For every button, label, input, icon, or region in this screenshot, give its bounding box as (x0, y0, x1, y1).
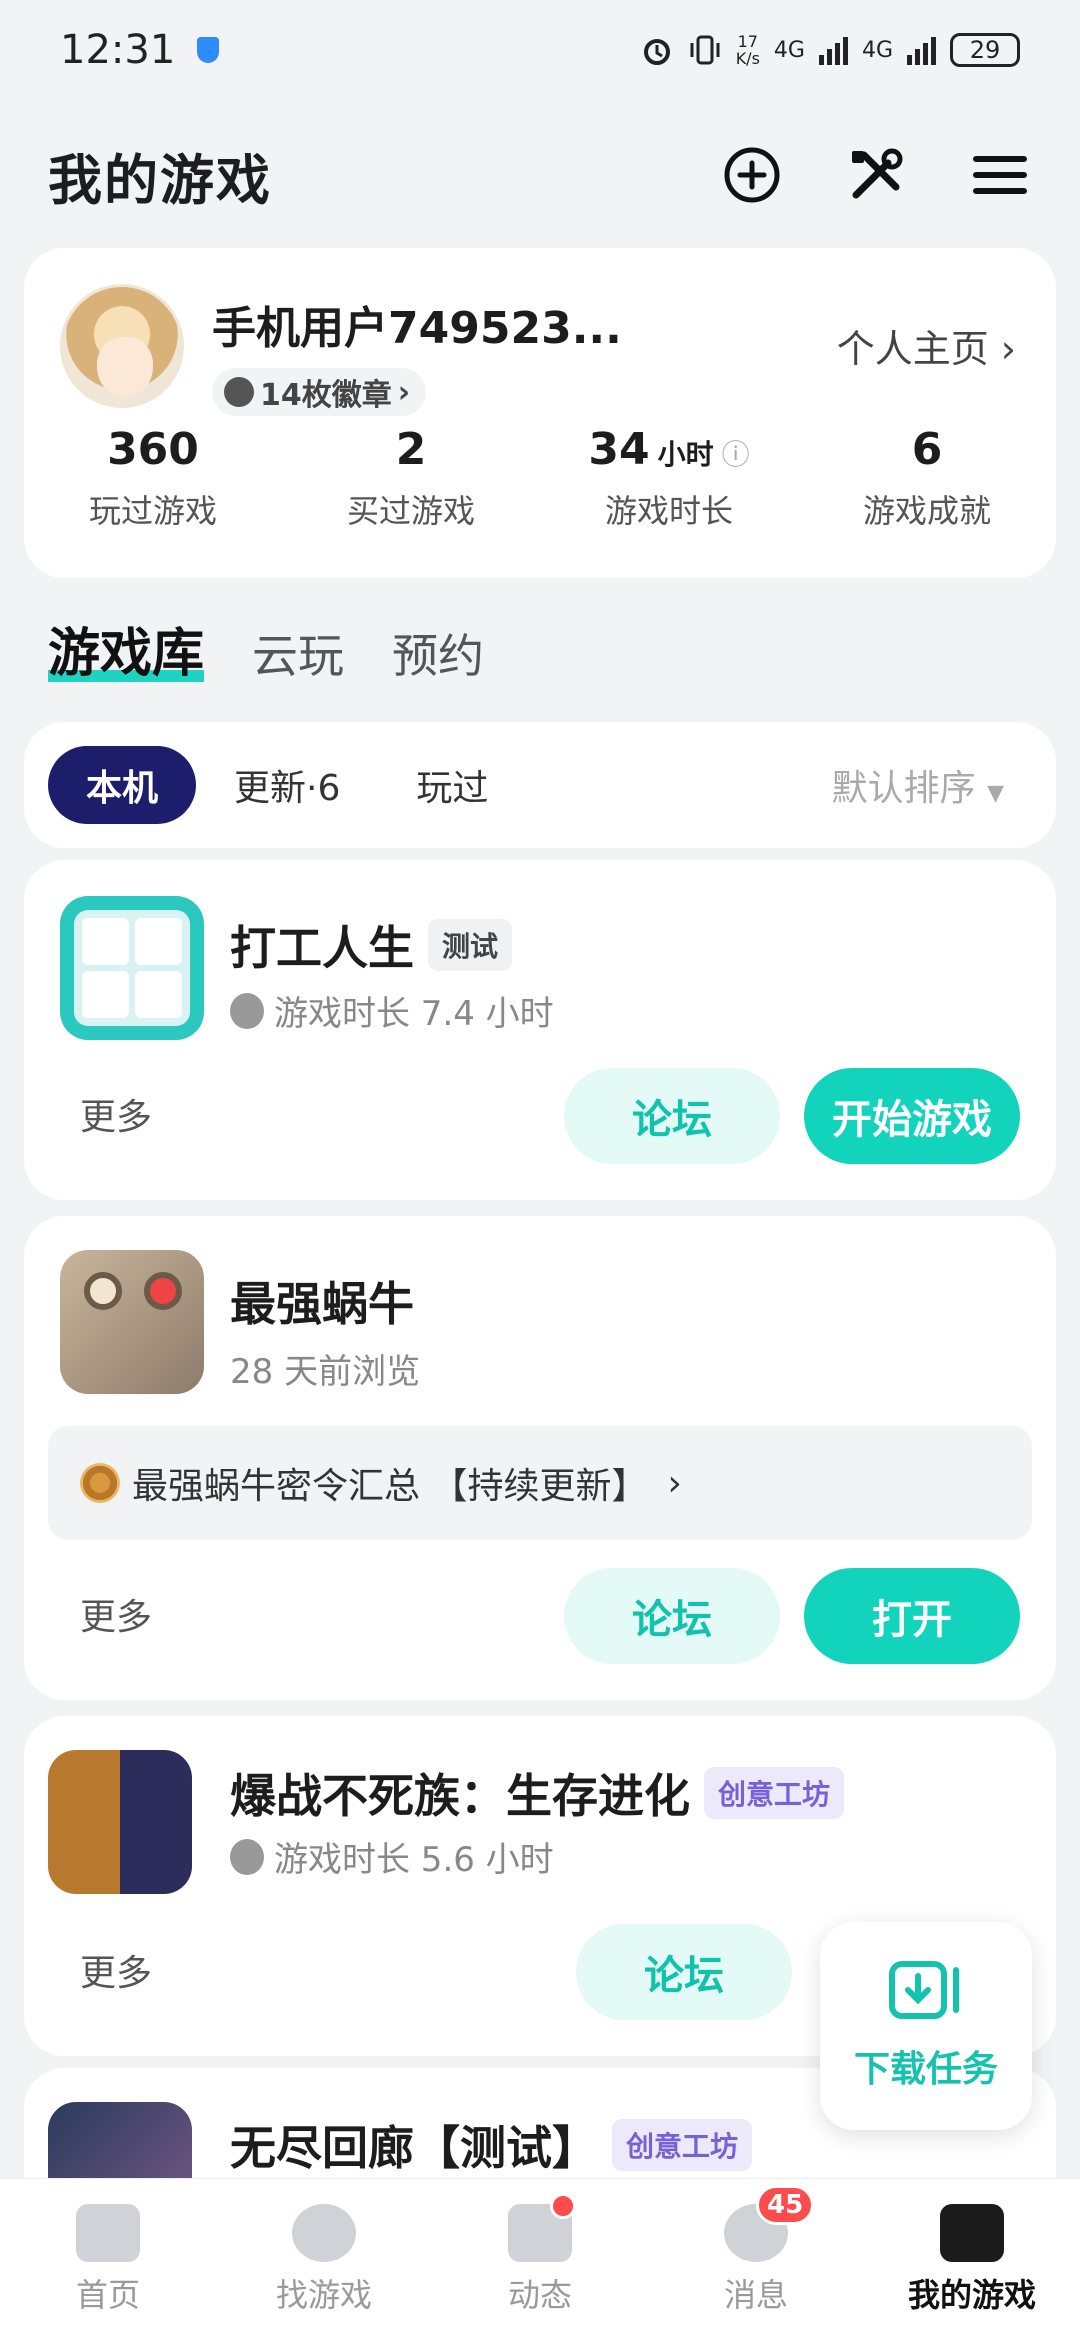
status-icons: 17 K/s 4G 4G 29 (640, 33, 1020, 67)
status-bar: 12:31 17 K/s 4G 4G 29 (0, 0, 1080, 100)
nav-my-games[interactable]: 我的游戏 (864, 2179, 1080, 2340)
tag-workshop: 创意工坊 (704, 1767, 845, 1819)
plus-circle-icon (724, 147, 780, 203)
stat-achievements[interactable]: 6 游戏成就 (798, 424, 1056, 532)
net-speed: 17 K/s (735, 32, 760, 68)
page-title: 我的游戏 (48, 148, 272, 212)
badge-count: 14枚徽章 (260, 378, 392, 413)
tag-test: 测试 (428, 919, 513, 971)
username: 手机用户749523... (212, 303, 622, 354)
tag-workshop: 创意工坊 (612, 2119, 753, 2171)
chip-local[interactable]: 本机 (48, 746, 197, 824)
bottom-nav: 首页 找游戏 动态 45 消息 我的游戏 (0, 2178, 1080, 2340)
tab-library[interactable]: 游戏库 (48, 611, 205, 686)
clock: 12:31 (60, 27, 176, 73)
download-icon (889, 1961, 959, 2019)
nav-feed[interactable]: 动态 (432, 2179, 648, 2340)
game-playtime: 游戏时长 7.4 小时 (230, 986, 554, 1035)
notice-banner[interactable]: 最强蜗牛密令汇总 【持续更新】 › (48, 1426, 1032, 1540)
chip-updates[interactable]: 更新·6 (196, 746, 378, 824)
stat-playtime[interactable]: 34 小时 ⓘ 游戏时长 (540, 424, 798, 532)
stat-bought[interactable]: 2 买过游戏 (282, 424, 540, 532)
tools-icon (852, 148, 903, 199)
game-title: 爆战不死族：生存进化 创意工坊 (230, 1760, 845, 1826)
nav-messages[interactable]: 45 消息 (648, 2179, 864, 2340)
game-icon (60, 1250, 204, 1394)
game-title: 最强蜗牛 (230, 1277, 414, 1331)
profile-home-link[interactable]: 个人主页 › (837, 318, 1016, 373)
chevron-right-icon: › (1000, 327, 1016, 371)
badge-chip[interactable]: 14枚徽章 › (212, 368, 427, 416)
tab-reserve[interactable]: 预约 (392, 620, 484, 686)
alarm-icon (643, 39, 670, 65)
tools-button[interactable] (844, 143, 908, 207)
profile-stats: 360 玩过游戏 2 买过游戏 34 小时 ⓘ 游戏时长 6 游戏成就 (24, 424, 1056, 532)
home-icon (76, 2203, 140, 2262)
open-button[interactable]: 打开 (804, 1568, 1020, 1664)
hamburger-icon (973, 156, 1027, 194)
game-icon (48, 1750, 192, 1894)
game-icon (60, 896, 204, 1040)
more-link[interactable]: 更多 (80, 1588, 152, 1640)
add-button[interactable] (720, 143, 784, 207)
library-tabs: 游戏库 云玩 预约 (48, 610, 484, 686)
chevron-right-icon: › (667, 1462, 682, 1504)
menu-button[interactable] (968, 143, 1032, 207)
vibrate-icon (690, 35, 720, 65)
game-card[interactable]: 打工人生 测试 游戏时长 7.4 小时 更多 论坛 开始游戏 (24, 860, 1056, 1200)
filter-bar: 本机 更新·6 玩过 默认排序 ▼ (24, 722, 1056, 848)
forum-button[interactable]: 论坛 (576, 1924, 792, 2020)
game-last-viewed: 28 天前浏览 (230, 1352, 421, 1392)
stopwatch-icon (230, 1838, 264, 1875)
stat-played[interactable]: 360 玩过游戏 (24, 424, 282, 532)
game-title: 无尽回廊【测试】 创意工坊 (230, 2112, 753, 2178)
chip-played[interactable]: 玩过 (378, 746, 526, 824)
planet-icon (292, 2203, 356, 2262)
more-link[interactable]: 更多 (80, 1088, 152, 1140)
signal-icon (818, 35, 848, 65)
nav-home[interactable]: 首页 (0, 2179, 216, 2340)
forum-button[interactable]: 论坛 (564, 1068, 780, 1164)
notification-dot (550, 2193, 576, 2219)
page-header: 我的游戏 (0, 130, 1080, 220)
signal-icon (907, 35, 936, 65)
chevron-right-icon: › (397, 374, 411, 410)
battery-icon: 29 (950, 33, 1020, 67)
download-tasks-button[interactable]: 下载任务 (820, 1922, 1032, 2130)
sort-dropdown[interactable]: 默认排序 ▼ (832, 759, 1004, 811)
net-type-2: 4G (861, 37, 893, 63)
snail-icon (80, 1463, 120, 1503)
more-link[interactable]: 更多 (80, 1944, 152, 1996)
game-playtime: 游戏时长 5.6 小时 (230, 1832, 554, 1881)
start-game-button[interactable]: 开始游戏 (804, 1068, 1020, 1164)
forum-button[interactable]: 论坛 (564, 1568, 780, 1664)
nav-find-games[interactable]: 找游戏 (216, 2179, 432, 2340)
avatar[interactable] (60, 284, 184, 408)
tab-cloud-play[interactable]: 云玩 (252, 620, 344, 686)
info-icon: ⓘ (721, 438, 750, 471)
unread-count-badge: 45 (756, 2185, 815, 2225)
game-title: 打工人生 测试 (230, 912, 513, 978)
caret-down-icon: ▼ (987, 781, 1004, 806)
shield-icon (197, 37, 220, 63)
profile-card: 手机用户749523... 14枚徽章 › 个人主页 › 360 玩过游戏 2 … (24, 248, 1056, 578)
game-card[interactable]: 最强蜗牛 28 天前浏览 最强蜗牛密令汇总 【持续更新】 › 更多 论坛 打开 (24, 1216, 1056, 1700)
gamepad-icon (940, 2203, 1004, 2262)
net-type-1: 4G (773, 37, 805, 63)
medal-icon (224, 377, 254, 407)
stopwatch-icon (230, 992, 264, 1029)
